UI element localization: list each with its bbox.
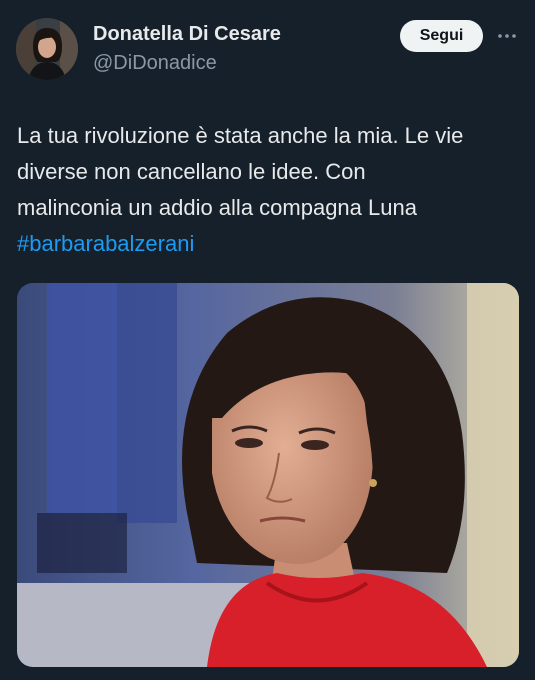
follow-button[interactable]: Segui xyxy=(400,20,483,52)
tweet-photo[interactable] xyxy=(17,283,519,667)
avatar-photo xyxy=(16,18,78,80)
tweet-text: La tua rivoluzione è stata anche la mia.… xyxy=(17,118,522,262)
author-display-name[interactable]: Donatella Di Cesare xyxy=(93,23,281,46)
woman-portrait-image xyxy=(17,283,519,667)
tweet-header: Donatella Di Cesare @DiDonadice Segui xyxy=(0,0,535,100)
avatar[interactable] xyxy=(16,18,78,80)
tweet-text-line: La tua rivoluzione è stata anche la mia.… xyxy=(17,123,464,148)
tweet-text-line: malinconia un addio alla compagna Luna xyxy=(17,195,417,220)
tweet-text-line: diverse non cancellano le idee. Con xyxy=(17,159,366,184)
author-handle[interactable]: @DiDonadice xyxy=(93,52,217,75)
hashtag-link[interactable]: #barbarabalzerani xyxy=(17,226,522,262)
more-horizontal-icon[interactable] xyxy=(496,26,518,46)
